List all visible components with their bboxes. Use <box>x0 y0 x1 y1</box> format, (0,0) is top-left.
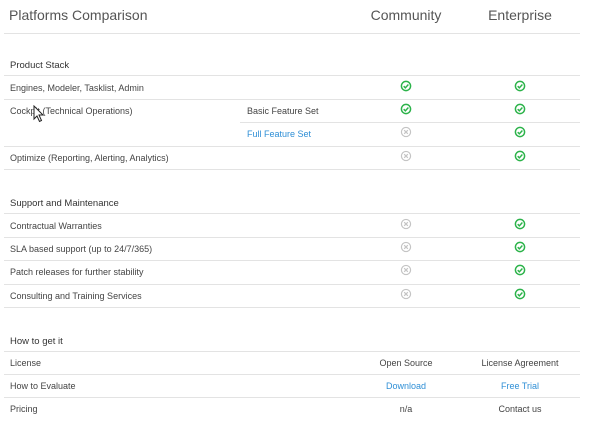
feature-label: Contractual Warranties <box>10 221 102 231</box>
subfeature-label: Basic Feature Set <box>247 106 319 116</box>
section-title-support: Support and Maintenance <box>10 198 119 209</box>
enterprise-license-value: License Agreement <box>481 358 559 368</box>
feature-label: Optimize (Reporting, Alerting, Analytics… <box>10 153 169 163</box>
divider <box>4 374 580 375</box>
divider <box>4 169 580 170</box>
enterprise-pricing-value: Contact us <box>498 404 542 414</box>
full-feature-set-link[interactable]: Full Feature Set <box>247 129 311 139</box>
section-title-how-to: How to get it <box>10 336 63 347</box>
header-divider <box>4 33 580 34</box>
community-pricing-value: n/a <box>399 404 413 414</box>
divider <box>4 75 580 76</box>
divider <box>4 307 580 308</box>
page-title: Platforms Comparison <box>9 7 148 23</box>
feature-label: Patch releases for further stability <box>10 267 144 277</box>
divider <box>4 213 580 214</box>
divider <box>4 99 580 100</box>
feature-label: Cockpit (Technical Operations) <box>10 106 133 116</box>
divider <box>4 237 580 238</box>
divider <box>4 351 580 352</box>
feature-label: Consulting and Training Services <box>10 291 142 301</box>
column-header-community: Community <box>370 7 442 23</box>
column-header-enterprise: Enterprise <box>488 7 552 23</box>
divider <box>4 284 580 285</box>
divider <box>4 146 580 147</box>
community-license-value: Open Source <box>379 358 433 368</box>
feature-label: License <box>10 358 42 368</box>
section-title-product-stack: Product Stack <box>10 60 70 71</box>
free-trial-link[interactable]: Free Trial <box>501 381 539 391</box>
feature-label: Engines, Modeler, Tasklist, Admin <box>10 83 144 93</box>
download-link[interactable]: Download <box>386 381 426 391</box>
feature-label: SLA based support (up to 24/7/365) <box>10 244 153 254</box>
divider <box>240 122 580 123</box>
divider <box>4 260 580 261</box>
feature-label: Pricing <box>10 404 38 414</box>
divider <box>4 397 580 398</box>
feature-label: How to Evaluate <box>10 381 76 391</box>
